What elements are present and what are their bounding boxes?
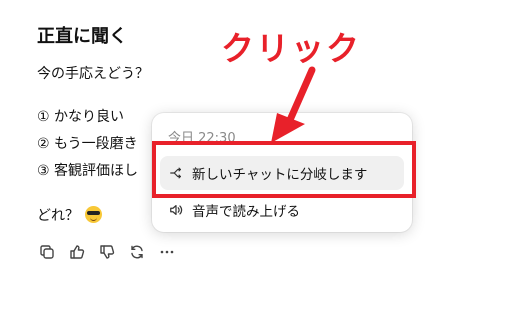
branch-new-chat-menu-item[interactable]: 新しいチャットに分岐します xyxy=(160,156,404,190)
message-question-line: どれ？ xyxy=(37,205,102,225)
retry-icon[interactable] xyxy=(127,242,147,262)
message-intro: 今の手応えどう？ xyxy=(37,66,149,82)
read-aloud-label: 音声で読み上げる xyxy=(192,204,300,220)
option-1: ① かなり良い xyxy=(37,109,125,125)
option-3: ③ 客観評価ほし xyxy=(37,163,139,179)
message-actions xyxy=(37,242,177,262)
thumbs-up-icon[interactable] xyxy=(67,242,87,262)
speaker-icon xyxy=(168,202,184,218)
read-aloud-menu-item[interactable]: 音声で読み上げる xyxy=(160,193,404,227)
message-question: どれ？ xyxy=(37,208,79,224)
branch-icon xyxy=(168,165,184,181)
thumbs-down-icon[interactable] xyxy=(97,242,117,262)
option-2: ② もう一段磨き xyxy=(37,136,138,152)
copy-icon[interactable] xyxy=(37,242,57,262)
context-menu: 今日 22:30 新しいチャットに分岐します 音声で読み上げる xyxy=(152,113,412,232)
message-timestamp: 今日 22:30 xyxy=(168,131,236,146)
message-title: 正直に聞く xyxy=(37,26,127,47)
sunglasses-emoji-icon xyxy=(85,206,102,223)
more-icon[interactable] xyxy=(157,242,177,262)
annotation-click-label: クリック xyxy=(221,29,361,68)
branch-new-chat-label: 新しいチャットに分岐します xyxy=(192,167,368,183)
